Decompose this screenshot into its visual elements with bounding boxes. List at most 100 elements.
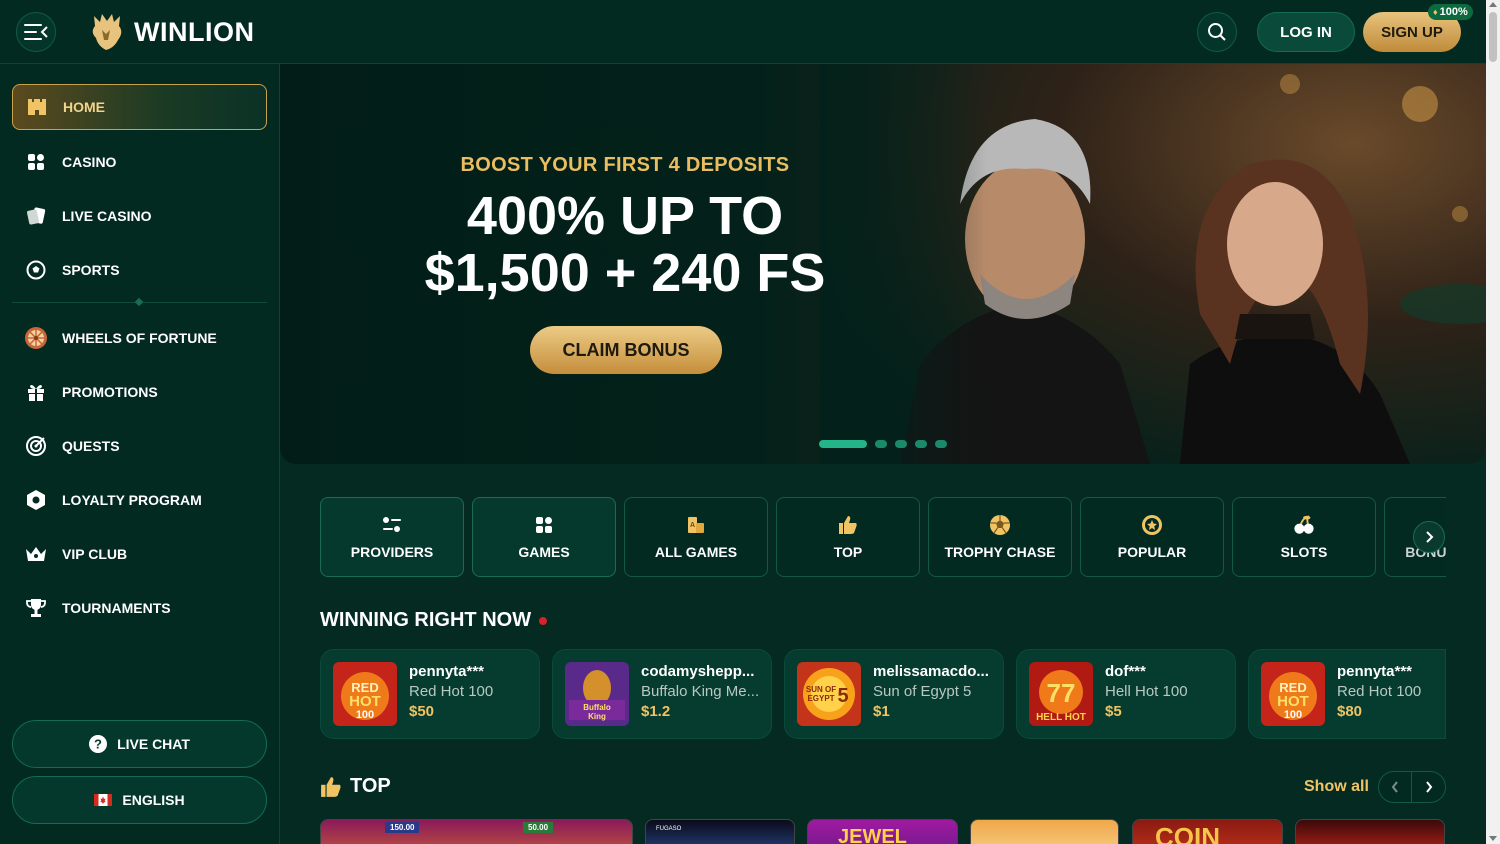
svg-text:100: 100 bbox=[1284, 709, 1302, 721]
game-tile[interactable]: 150.00 50.00 bbox=[320, 819, 633, 844]
brand-name: WINLION bbox=[134, 16, 255, 47]
sidebar-item-promotions[interactable]: PROMOTIONS bbox=[12, 369, 267, 415]
scroll-thumb[interactable] bbox=[1489, 12, 1497, 62]
svg-text:SUN OF: SUN OF bbox=[806, 685, 836, 694]
sidebar-item-label: LIVE CASINO bbox=[62, 208, 152, 224]
carousel-dot[interactable] bbox=[875, 440, 887, 448]
chevron-right-icon bbox=[1425, 781, 1432, 793]
language-selector[interactable]: ENGLISH bbox=[12, 776, 267, 824]
winner-username: pennyta*** bbox=[1337, 663, 1413, 680]
win-card[interactable]: SUN OF EGYPT 5 melissamacdo... Sun of Egyp… bbox=[784, 649, 1004, 739]
top-header: WINLION LOG IN SIGN UP ♦ 100% bbox=[0, 0, 1486, 64]
scroll-up-arrow[interactable] bbox=[1489, 2, 1497, 7]
sidebar-item-vip-club[interactable]: VIP CLUB bbox=[12, 531, 267, 577]
lion-logo-icon bbox=[92, 14, 122, 50]
carousel-next-button[interactable] bbox=[1412, 772, 1445, 802]
game-tile[interactable]: COIN bbox=[1132, 819, 1283, 844]
search-icon bbox=[1208, 23, 1226, 41]
carousel-dot[interactable] bbox=[915, 440, 927, 448]
carousel-dot[interactable] bbox=[895, 440, 907, 448]
winner-username: dof*** bbox=[1105, 663, 1146, 680]
svg-text:HOT: HOT bbox=[1277, 693, 1309, 710]
game-tile[interactable] bbox=[1295, 819, 1445, 844]
sidebar-item-casino[interactable]: CASINO bbox=[12, 139, 267, 185]
sidebar-item-home[interactable]: HOME bbox=[12, 84, 267, 130]
tab-label: POPULAR bbox=[1117, 544, 1187, 560]
game-tile[interactable]: FUGASO bbox=[645, 819, 795, 844]
win-card[interactable]: RED HOT 100 pennyta*** Red Hot 100 $80 bbox=[1248, 649, 1446, 739]
win-card[interactable]: 77 HELL HOT dof*** Hell Hot 100 $5 bbox=[1016, 649, 1236, 739]
brand-logo[interactable]: WINLION bbox=[88, 12, 254, 52]
live-indicator-dot bbox=[539, 616, 548, 625]
game-thumbnail: Buffalo King bbox=[565, 662, 629, 726]
sidebar-item-loyalty-program[interactable]: LOYALTY PROGRAM bbox=[12, 477, 267, 523]
game-tile[interactable] bbox=[970, 819, 1119, 844]
tab-providers[interactable]: PROVIDERS bbox=[320, 497, 464, 577]
carousel-dot[interactable] bbox=[819, 440, 867, 448]
chevron-left-icon bbox=[1391, 781, 1398, 793]
tab-all-games[interactable]: A ALL GAMES bbox=[624, 497, 768, 577]
winning-title: WINNING RIGHT NOW bbox=[320, 609, 532, 631]
sidebar-item-tournaments[interactable]: TOURNAMENTS bbox=[12, 585, 267, 631]
login-button[interactable]: LOG IN bbox=[1257, 12, 1355, 52]
claim-bonus-button[interactable]: CLAIM BONUS bbox=[530, 326, 722, 374]
tab-label: TOP bbox=[833, 544, 863, 560]
show-all-link[interactable]: Show all bbox=[1304, 778, 1369, 796]
svg-text:Buffalo: Buffalo bbox=[583, 703, 611, 712]
menu-toggle-button[interactable] bbox=[16, 12, 56, 52]
tab-games[interactable]: GAMES bbox=[472, 497, 616, 577]
grid-icon bbox=[24, 150, 48, 174]
winner-game-name: Buffalo King Me... bbox=[641, 683, 760, 700]
winning-section-title: WINNING RIGHT NOW bbox=[320, 609, 548, 632]
carousel-dots bbox=[819, 440, 947, 448]
win-card[interactable]: Buffalo King codamyshepp... Buffalo King … bbox=[552, 649, 772, 739]
grid-icon bbox=[533, 514, 555, 536]
all-games-icon: A bbox=[685, 514, 707, 536]
target-icon bbox=[24, 434, 48, 458]
tab-popular[interactable]: POPULAR bbox=[1080, 497, 1224, 577]
search-button[interactable] bbox=[1197, 12, 1237, 52]
tab-trophy-chase[interactable]: TROPHY CHASE bbox=[928, 497, 1072, 577]
win-card[interactable]: RED HOT 100 pennyta*** Red Hot 100 $50 bbox=[320, 649, 540, 739]
winner-amount: $80 bbox=[1337, 703, 1363, 720]
svg-text:?: ? bbox=[94, 737, 102, 752]
tab-label: GAMES bbox=[518, 544, 570, 560]
sidebar: HOME CASINO LIVE CASINO SPORTS WHEELS OF… bbox=[0, 64, 280, 844]
sidebar-item-quests[interactable]: QUESTS bbox=[12, 423, 267, 469]
game-thumbnail: RED HOT 100 bbox=[1261, 662, 1325, 726]
svg-text:EGYPT: EGYPT bbox=[807, 694, 834, 703]
winner-game-name: Red Hot 100 bbox=[409, 683, 494, 700]
svg-text:HOT: HOT bbox=[349, 693, 381, 710]
live-chat-button[interactable]: ? LIVE CHAT bbox=[12, 720, 267, 768]
game-thumbnail: RED HOT 100 bbox=[333, 662, 397, 726]
top-carousel-controls bbox=[1378, 771, 1446, 803]
winner-amount: $5 bbox=[1105, 703, 1122, 720]
wheel-icon bbox=[24, 326, 48, 350]
game-tile-label-2: 50.00 bbox=[523, 822, 554, 833]
thumbs-up-icon bbox=[321, 776, 341, 797]
sidebar-item-sports[interactable]: SPORTS bbox=[12, 247, 267, 293]
sidebar-item-label: CASINO bbox=[62, 154, 117, 170]
svg-text:A: A bbox=[690, 522, 695, 529]
sidebar-item-live-casino[interactable]: LIVE CASINO bbox=[12, 193, 267, 239]
canada-flag-icon bbox=[94, 794, 113, 806]
sidebar-item-label: VIP CLUB bbox=[62, 546, 128, 562]
sidebar-item-wheels-of-fortune[interactable]: WHEELS OF FORTUNE bbox=[12, 315, 267, 361]
hero-banner[interactable]: BOOST YOUR FIRST 4 DEPOSITS 400% UP TO $… bbox=[280, 64, 1486, 464]
tab-label: TROPHY CHASE bbox=[944, 544, 1056, 560]
tab-slots[interactable]: SLOTS bbox=[1232, 497, 1376, 577]
ball-icon bbox=[989, 514, 1011, 536]
game-tile[interactable]: JEWEL bbox=[807, 819, 958, 844]
carousel-dot[interactable] bbox=[935, 440, 947, 448]
sidebar-item-label: PROMOTIONS bbox=[62, 384, 158, 400]
crown-icon bbox=[24, 542, 48, 566]
tab-label: SLOTS bbox=[1280, 544, 1328, 560]
page-scrollbar[interactable] bbox=[1486, 0, 1500, 844]
winner-amount: $1.2 bbox=[641, 703, 671, 720]
sidebar-item-label: WHEELS OF FORTUNE bbox=[62, 330, 217, 346]
carousel-prev-button[interactable] bbox=[1379, 772, 1413, 802]
tab-top[interactable]: TOP bbox=[776, 497, 920, 577]
svg-text:5: 5 bbox=[837, 685, 848, 707]
categories-next-button[interactable] bbox=[1413, 521, 1445, 553]
scroll-down-arrow[interactable] bbox=[1489, 836, 1497, 841]
